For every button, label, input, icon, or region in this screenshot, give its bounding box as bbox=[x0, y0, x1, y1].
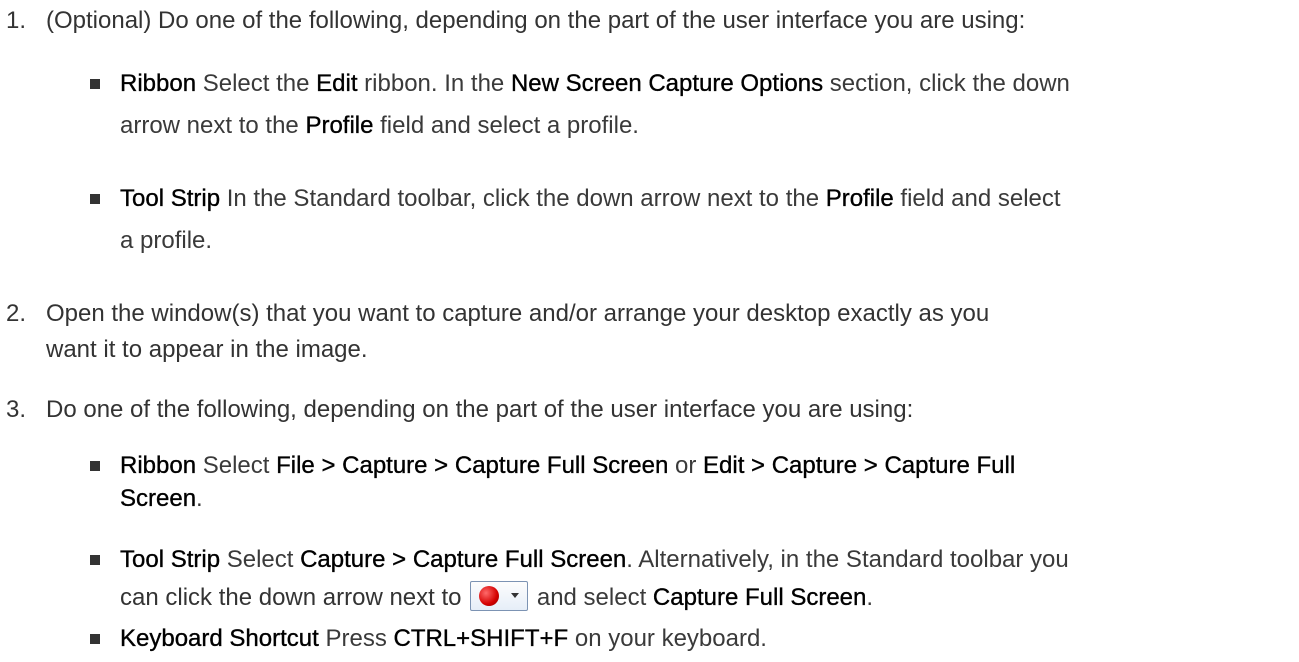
text-run: field and select a profile. bbox=[373, 112, 639, 139]
ui-term: CTRL+SHIFT+F bbox=[393, 625, 569, 652]
text-run: on your keyboard. bbox=[568, 625, 767, 652]
ui-term: File > Capture > Capture Full Screen bbox=[276, 452, 669, 479]
step-text: Do one of the following, depending on th… bbox=[46, 396, 914, 423]
ui-term: Tool Strip bbox=[120, 546, 221, 573]
step-text: Open the window(s) that you want to capt… bbox=[46, 297, 1290, 367]
bullet-text: Tool Strip In the Standard toolbar, clic… bbox=[120, 182, 1290, 258]
record-dot-icon bbox=[479, 586, 500, 606]
step-text: (Optional) Do one of the following, depe… bbox=[46, 7, 1026, 34]
text-run: Select the bbox=[196, 70, 317, 97]
bullet-line: can click the down arrow next to and sel… bbox=[120, 581, 1290, 615]
text-run: Press bbox=[318, 625, 394, 652]
step-line: want it to appear in the image. bbox=[46, 336, 368, 363]
ui-term: Keyboard Shortcut bbox=[120, 625, 319, 652]
bullet-line: Tool Strip In the Standard toolbar, clic… bbox=[120, 182, 1290, 216]
ui-term: New Screen Capture Options bbox=[510, 70, 824, 97]
ui-term: Tool Strip bbox=[120, 185, 221, 212]
bullet-text-run: can click the down arrow next to bbox=[120, 584, 469, 611]
ui-term: Ribbon bbox=[120, 70, 197, 97]
bullet-line: arrow next to the Profile field and sele… bbox=[120, 109, 1290, 143]
bullet-line: Screen. bbox=[120, 482, 1290, 516]
ui-term: Profile bbox=[825, 185, 894, 212]
bullet-square-icon bbox=[90, 555, 100, 565]
ui-term: Screen bbox=[120, 485, 197, 512]
bullet-text: Ribbon Select File > Capture > Capture F… bbox=[120, 449, 1290, 516]
bullet-line: Ribbon Select the Edit ribbon. In the Ne… bbox=[120, 67, 1290, 101]
text-run: . bbox=[196, 485, 203, 512]
text-run: Select bbox=[196, 452, 277, 479]
ui-term: Ribbon bbox=[120, 452, 197, 479]
step-number: 1. bbox=[6, 7, 27, 34]
text-run: field and select bbox=[893, 185, 1061, 212]
ui-term: Capture Full Screen bbox=[652, 584, 867, 611]
bullet-square-icon bbox=[90, 634, 100, 644]
bullet-square-icon bbox=[90, 79, 100, 89]
ui-term: Edit bbox=[316, 70, 358, 97]
bullet-line: Ribbon Select File > Capture > Capture F… bbox=[120, 449, 1290, 483]
text-run: In the Standard toolbar, click the down … bbox=[220, 185, 826, 212]
bullet-line: Tool Strip Select Capture > Capture Full… bbox=[120, 543, 1290, 577]
step-number: 3. bbox=[6, 396, 27, 423]
text-run: a profile. bbox=[120, 227, 213, 254]
text-run: and select bbox=[530, 584, 653, 611]
ui-term: Profile bbox=[305, 112, 374, 139]
text-run: ribbon. In the bbox=[357, 70, 511, 97]
bullet-line: Keyboard Shortcut Press CTRL+SHIFT+F on … bbox=[120, 622, 1290, 656]
bullet-square-icon bbox=[90, 194, 100, 204]
step-line: Open the window(s) that you want to capt… bbox=[46, 300, 990, 327]
text-run: or bbox=[668, 452, 703, 479]
ui-term: Capture > Capture Full Screen bbox=[300, 546, 627, 573]
text-run: Select bbox=[220, 546, 301, 573]
text-run: section, click the down bbox=[823, 70, 1070, 97]
bullet-text: Keyboard Shortcut Press CTRL+SHIFT+F on … bbox=[120, 622, 1290, 656]
procedure-document: 1. (Optional) Do one of the following, d… bbox=[0, 0, 1299, 662]
chevron-down-icon bbox=[511, 593, 520, 598]
bullet-line: a profile. bbox=[120, 224, 1290, 258]
bullet-text: Ribbon Select the Edit ribbon. In the Ne… bbox=[120, 67, 1290, 143]
bullet-text: Tool Strip Select Capture > Capture Full… bbox=[120, 543, 1290, 615]
text-run: arrow next to the bbox=[120, 112, 306, 139]
bullet-square-icon bbox=[90, 461, 100, 471]
text-run: . bbox=[866, 584, 874, 611]
text-run: . Alternatively, in the Standard toolbar… bbox=[626, 546, 1069, 573]
record-dropdown-icon bbox=[470, 581, 529, 611]
ui-term: Edit > Capture > Capture Full bbox=[703, 452, 1016, 479]
step-number: 2. bbox=[6, 300, 27, 327]
bullet-line-tail: and select Capture Full Screen. bbox=[530, 584, 873, 611]
